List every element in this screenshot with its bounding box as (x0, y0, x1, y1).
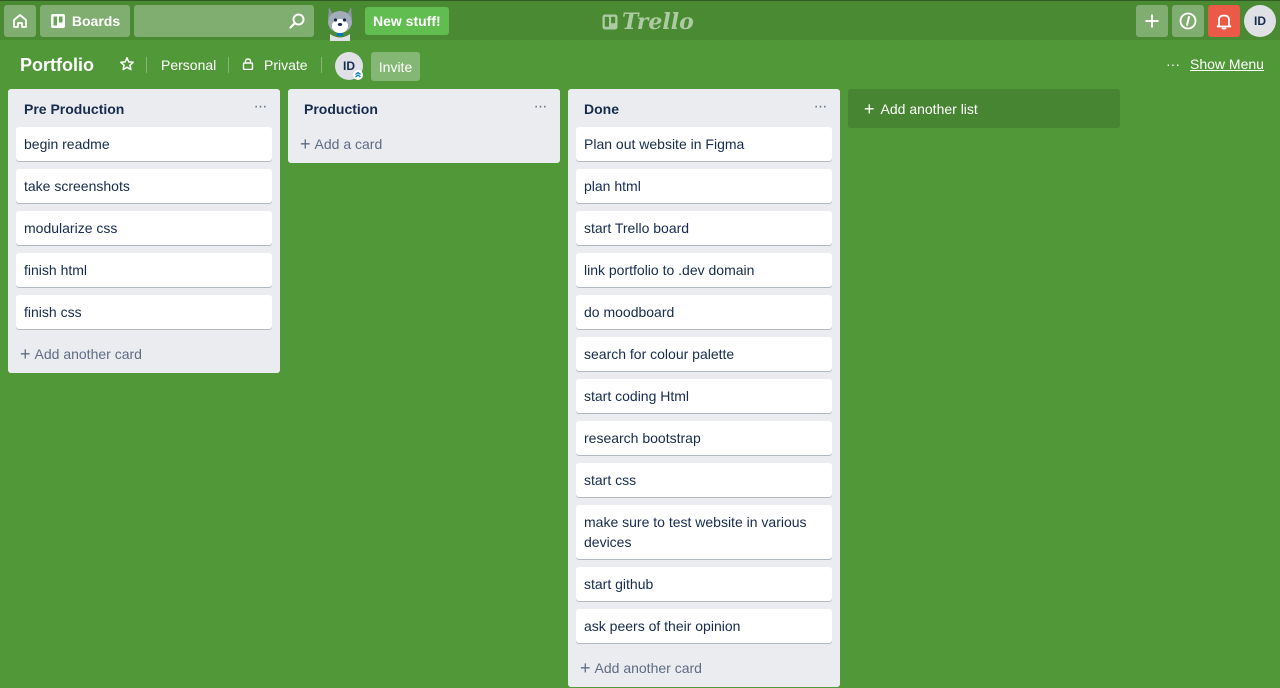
create-button[interactable] (1136, 5, 1168, 37)
add-card-label: Add a card (314, 136, 383, 152)
plus-icon (1145, 14, 1159, 28)
personal-team-button[interactable]: Personal (161, 57, 216, 73)
new-stuff-button[interactable]: New stuff! (365, 7, 449, 35)
brand-name: Trello (622, 9, 694, 35)
star-icon[interactable] (119, 56, 135, 72)
list-menu-icon[interactable]: ··· (810, 97, 830, 117)
card[interactable]: research bootstrap (576, 421, 832, 455)
card[interactable]: link portfolio to .dev domain (576, 253, 832, 287)
board-header: Portfolio Personal Private ID Invite ···… (0, 40, 1280, 88)
search-input[interactable] (134, 5, 314, 37)
top-nav-bar: Boards New stuff! Trello ID (0, 0, 1280, 41)
boards-icon (50, 14, 65, 28)
list-done[interactable]: Done ··· Plan out website in Figma plan … (568, 89, 840, 687)
header-divider (228, 57, 229, 73)
card[interactable]: start Trello board (576, 211, 832, 245)
card[interactable]: start coding Html (576, 379, 832, 413)
card-container: begin readme take screenshots modularize… (8, 127, 280, 329)
card[interactable]: search for colour palette (576, 337, 832, 371)
plus-icon: + (864, 98, 875, 119)
card[interactable]: Plan out website in Figma (576, 127, 832, 161)
list-header: Pre Production ··· (8, 89, 280, 127)
card-container: Plan out website in Figma plan html star… (568, 127, 840, 643)
boards-button[interactable]: Boards (40, 5, 130, 37)
add-card-button[interactable]: + Add another card (8, 337, 280, 373)
info-icon (1179, 12, 1197, 30)
bell-icon (1216, 14, 1232, 30)
card[interactable]: start css (576, 463, 832, 497)
header-divider (321, 57, 322, 73)
card[interactable]: modularize css (16, 211, 272, 245)
show-menu-button[interactable]: ··· Show Menu (1166, 56, 1264, 72)
boards-label: Boards (71, 13, 121, 29)
home-icon (13, 14, 27, 28)
info-button[interactable] (1172, 5, 1204, 37)
list-title[interactable]: Production (304, 101, 378, 117)
invite-button[interactable]: Invite (371, 52, 420, 81)
board-title[interactable]: Portfolio (20, 55, 94, 76)
list-menu-icon[interactable]: ··· (530, 97, 550, 117)
list-header: Production ··· (288, 89, 560, 127)
notifications-button[interactable] (1208, 5, 1240, 37)
card[interactable]: make sure to test website in various dev… (576, 505, 832, 559)
plus-icon: + (20, 344, 31, 364)
list-title[interactable]: Done (584, 101, 619, 117)
list-production[interactable]: Production ··· + Add a card (288, 89, 560, 163)
list-menu-icon[interactable]: ··· (250, 97, 270, 117)
plus-icon: + (300, 134, 311, 154)
trello-logo[interactable]: Trello (602, 9, 694, 35)
card[interactable]: do moodboard (576, 295, 832, 329)
list-pre-production[interactable]: Pre Production ··· begin readme take scr… (8, 89, 280, 373)
add-card-button[interactable]: + Add another card (568, 651, 840, 687)
trello-logo-icon (602, 14, 618, 30)
header-divider (146, 57, 147, 73)
add-card-label: Add another card (594, 660, 702, 676)
add-list-button[interactable]: + Add another list (848, 89, 1120, 128)
card[interactable]: finish css (16, 295, 272, 329)
user-avatar[interactable]: ID (1244, 5, 1276, 37)
card[interactable]: ask peers of their opinion (576, 609, 832, 643)
card[interactable]: finish html (16, 253, 272, 287)
card[interactable]: plan html (576, 169, 832, 203)
card[interactable]: begin readme (16, 127, 272, 161)
lock-icon[interactable] (242, 58, 254, 70)
search-icon[interactable] (288, 12, 306, 30)
add-card-label: Add another card (34, 346, 142, 362)
plus-icon: + (580, 658, 591, 678)
list-title[interactable]: Pre Production (24, 101, 124, 117)
list-header: Done ··· (568, 89, 840, 127)
private-visibility-button[interactable]: Private (264, 57, 308, 73)
add-card-button[interactable]: + Add a card (288, 127, 560, 163)
card[interactable]: start github (576, 567, 832, 601)
husky-mascot-icon[interactable] (320, 3, 360, 41)
card[interactable]: take screenshots (16, 169, 272, 203)
more-icon: ··· (1166, 56, 1180, 72)
admin-chevron-icon (353, 70, 363, 80)
show-menu-label: Show Menu (1190, 56, 1264, 72)
home-button[interactable] (4, 5, 36, 37)
add-list-label: Add another list (880, 100, 978, 117)
